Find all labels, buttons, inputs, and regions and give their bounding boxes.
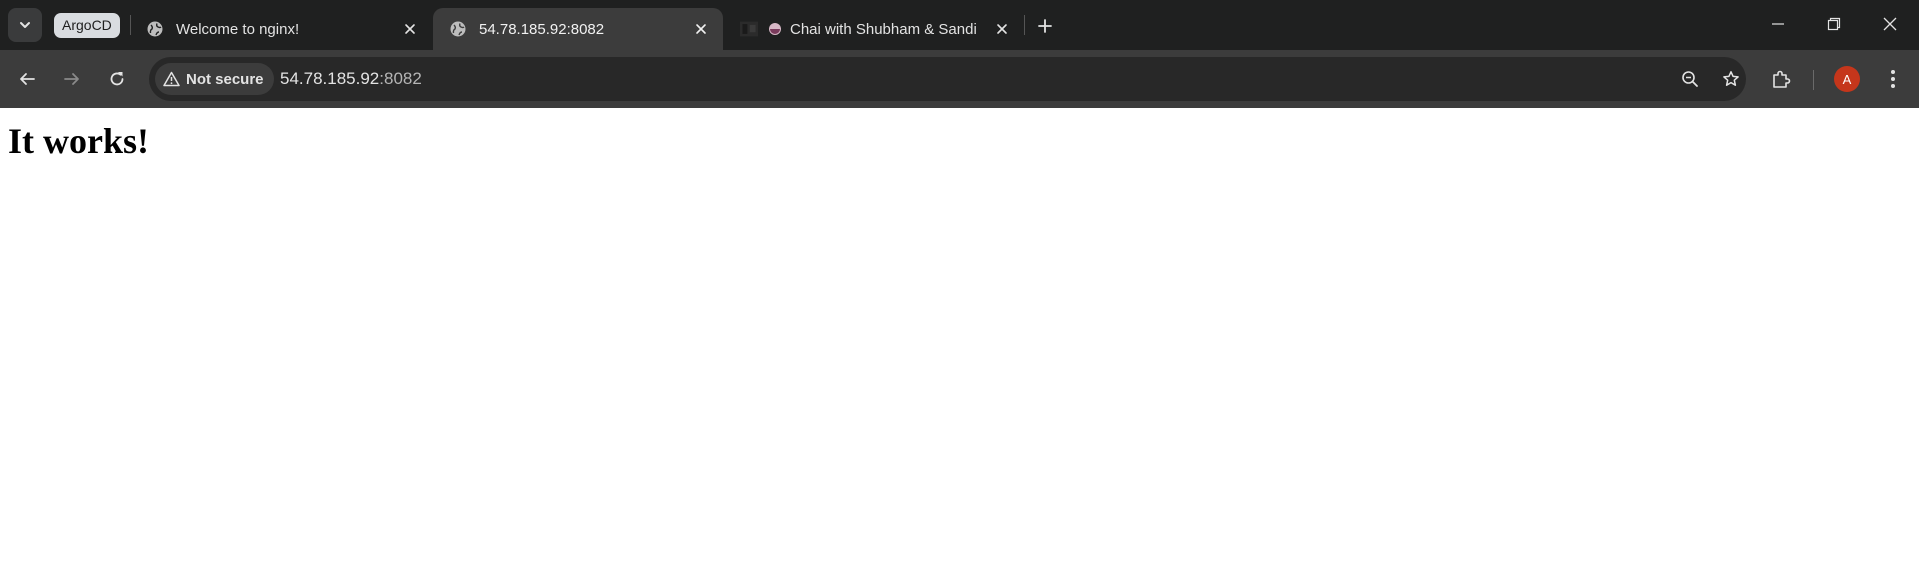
close-icon[interactable]	[687, 15, 715, 43]
page-heading: It works!	[8, 121, 149, 161]
arrow-right-icon	[64, 73, 79, 85]
tab-title: Welcome to nginx!	[176, 20, 300, 38]
url-text[interactable]: 54.78.185.92:8082	[280, 69, 422, 89]
close-icon[interactable]	[988, 15, 1016, 43]
browser-toolbar: Not secure 54.78.185.92:8082	[0, 50, 1919, 108]
image-thumbnail-icon	[740, 20, 758, 38]
restore-button[interactable]	[1806, 0, 1862, 48]
reload-icon	[110, 72, 124, 86]
kebab-menu-icon	[1891, 70, 1895, 88]
back-button[interactable]	[9, 61, 45, 97]
teacup-icon	[768, 20, 782, 38]
close-icon	[1883, 17, 1897, 31]
close-window-button[interactable]	[1862, 0, 1918, 48]
chevron-down-icon	[20, 22, 30, 28]
bookmark-button[interactable]	[1717, 65, 1745, 93]
new-tab-button[interactable]	[1029, 10, 1061, 42]
star-icon	[1723, 71, 1739, 86]
tab-nginx[interactable]: Welcome to nginx!	[130, 8, 432, 50]
minimize-button[interactable]	[1750, 0, 1806, 48]
minimize-icon	[1772, 23, 1784, 25]
site-info-chip[interactable]: Not secure	[155, 63, 274, 95]
warning-icon	[163, 71, 180, 87]
globe-icon	[146, 20, 164, 38]
tab-group-chip[interactable]: ArgoCD	[54, 13, 120, 38]
profile-avatar[interactable]: A	[1834, 66, 1860, 92]
zoom-button[interactable]	[1676, 65, 1704, 93]
url-port: :8082	[379, 69, 422, 88]
url-host: 54.78.185.92	[280, 69, 380, 88]
restore-icon	[1827, 17, 1841, 31]
toolbar-separator	[1813, 70, 1814, 90]
tab-title: 54.78.185.92:8082	[479, 20, 605, 38]
reload-button[interactable]	[99, 61, 135, 97]
tab-separator	[1024, 15, 1025, 35]
tab-chai[interactable]: Chai with Shubham & Sandi	[724, 8, 1024, 50]
forward-button[interactable]	[54, 61, 90, 97]
arrow-left-icon	[20, 73, 35, 85]
tab-search-button[interactable]	[8, 8, 42, 42]
tab-active-ip[interactable]: 54.78.185.92:8082	[433, 8, 723, 50]
not-secure-label: Not secure	[186, 70, 264, 88]
tab-strip: ArgoCD Welcome to nginx! 54.78.185.92:80…	[0, 0, 1919, 50]
zoom-out-icon	[1682, 71, 1698, 87]
close-icon[interactable]	[396, 15, 424, 43]
page-content: It works!	[0, 108, 1919, 579]
plus-icon	[1038, 19, 1052, 33]
globe-icon	[449, 20, 467, 38]
address-bar[interactable]: Not secure 54.78.185.92:8082	[149, 57, 1746, 101]
puzzle-icon	[1773, 70, 1791, 88]
menu-button[interactable]	[1875, 61, 1911, 97]
extensions-button[interactable]	[1763, 61, 1799, 97]
tab-title: Chai with Shubham & Sandi	[790, 20, 977, 38]
